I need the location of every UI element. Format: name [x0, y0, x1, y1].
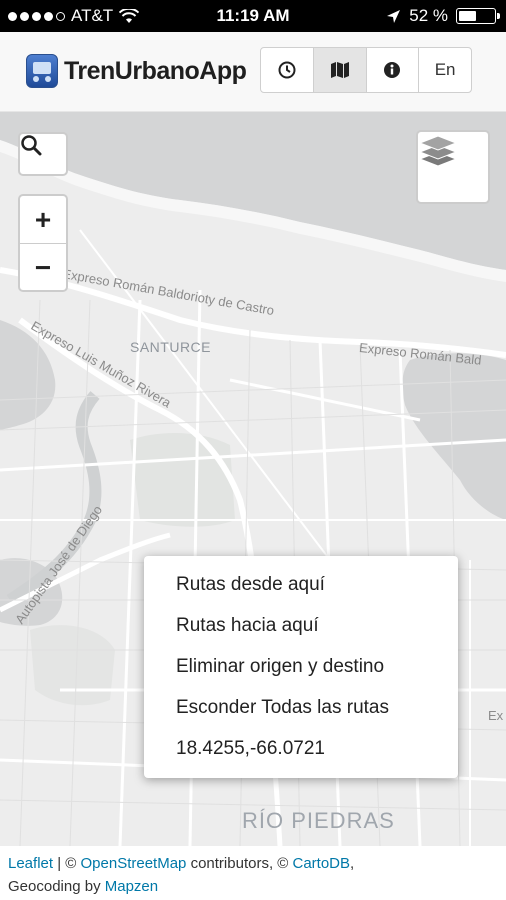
layers-icon: [418, 135, 458, 167]
app-header: TrenUrbanoApp En: [0, 32, 506, 112]
language-button[interactable]: En: [419, 48, 471, 92]
menu-item-hide-all-routes[interactable]: Esconder Todas las rutas: [144, 687, 458, 728]
status-right: 52 %: [386, 6, 500, 26]
search-button[interactable]: [18, 132, 68, 176]
osm-link[interactable]: OpenStreetMap: [81, 855, 187, 872]
battery-icon: [456, 8, 500, 24]
context-menu: Rutas desde aquí Rutas hacia aquí Elimin…: [144, 556, 458, 778]
battery-percent: 52 %: [409, 6, 448, 25]
zoom-in-button[interactable]: +: [20, 196, 66, 244]
area-label-rio-piedras: RÍO PIEDRAS: [242, 808, 395, 833]
map-button[interactable]: [313, 48, 367, 92]
menu-item-routes-from-here[interactable]: Rutas desde aquí: [144, 564, 458, 605]
status-bar: AT&T 11:19 AM 52 %: [0, 0, 506, 32]
zoom-control: + −: [18, 194, 68, 292]
location-arrow-icon: [387, 9, 401, 23]
attribution-comma: ,: [350, 855, 355, 872]
attribution-contributors: contributors, ©: [186, 855, 293, 872]
map-icon: [330, 62, 349, 78]
info-icon: [384, 62, 401, 78]
attribution-geocoding: Geocoding by: [8, 878, 105, 895]
area-label-santurce: SANTURCE: [130, 339, 212, 355]
leaflet-link[interactable]: Leaflet: [8, 855, 53, 872]
clock-icon: [278, 61, 296, 79]
info-button[interactable]: [367, 48, 420, 92]
attribution-separator: | ©: [53, 855, 81, 872]
app-title: TrenUrbanoApp: [64, 56, 247, 85]
map-attribution: Leaflet | © OpenStreetMap contributors, …: [0, 846, 506, 900]
zoom-in-icon: +: [34, 203, 52, 235]
mapzen-link[interactable]: Mapzen: [105, 878, 158, 895]
layers-button[interactable]: [416, 130, 490, 204]
menu-item-coordinates[interactable]: 18.4255,-66.0721: [144, 728, 458, 769]
train-logo-icon: [26, 54, 58, 88]
nav-button-group: En: [260, 47, 472, 93]
brand[interactable]: TrenUrbanoApp: [26, 54, 247, 88]
menu-item-routes-to-here[interactable]: Rutas hacia aquí: [144, 605, 458, 646]
search-icon: [21, 135, 42, 156]
language-label: En: [434, 60, 456, 79]
cartodb-link[interactable]: CartoDB: [293, 855, 351, 872]
schedule-button[interactable]: [261, 48, 314, 92]
menu-item-clear-origin-destination[interactable]: Eliminar origen y destino: [144, 646, 458, 687]
zoom-out-icon: −: [34, 251, 52, 283]
zoom-out-button[interactable]: −: [20, 244, 66, 291]
road-label-edge: Ex: [488, 708, 504, 723]
